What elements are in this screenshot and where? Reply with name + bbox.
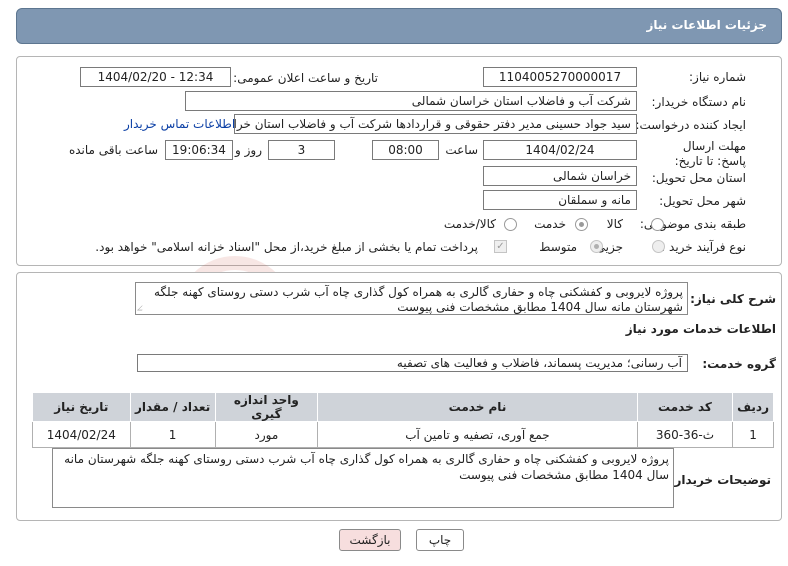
province-label: استان محل تحویل:: [651, 171, 746, 185]
province-field: خراسان شمالی: [483, 166, 637, 186]
services-table: ردیف کد خدمت نام خدمت واحد اندازه گیری ت…: [32, 392, 774, 448]
summary-label: شرح کلی نیاز:: [690, 292, 776, 306]
days-remaining-field: 3: [268, 140, 335, 160]
need-number-label: شماره نیاز:: [689, 70, 746, 84]
buyer-notes-text: پروژه لایروبی و کفشکنی چاه و حفاری گالری…: [64, 452, 669, 482]
creator-field: سید جواد حسینی مدیر دفتر حقوقی و قرارداد…: [234, 114, 637, 134]
buyer-field: شرکت آب و فاضلاب استان خراسان شمالی: [185, 91, 637, 111]
cell-unit: مورد: [214, 421, 319, 448]
cell-need-date: 1404/02/24: [32, 421, 131, 448]
category-goods-radio[interactable]: [651, 218, 664, 231]
service-group-field: آب رسانی؛ مدیریت پسماند، فاضلاب و فعالیت…: [137, 354, 688, 372]
category-service-radio[interactable]: [575, 218, 588, 231]
need-info-panel: [16, 56, 782, 266]
announce-field: 1404/02/20 - 12:34: [80, 67, 231, 87]
remaining-time-label: ساعت باقی مانده: [68, 143, 158, 157]
process-medium-label: متوسط: [539, 240, 577, 254]
creator-label: ایجاد کننده درخواست:: [635, 118, 746, 132]
treasury-payment-checkbox[interactable]: ✓: [494, 240, 507, 253]
cell-row-number: 1: [732, 421, 774, 448]
buyer-notes-label: توضیحات خریدار:: [669, 473, 771, 487]
cell-quantity: 1: [129, 421, 216, 448]
resize-handle[interactable]: [137, 305, 147, 311]
city-field: مانه و سملقان: [483, 190, 637, 210]
deadline-time-field: 08:00: [372, 140, 439, 160]
city-label: شهر محل تحویل:: [659, 194, 746, 208]
process-label: نوع فرآیند خرید :: [661, 240, 746, 254]
summary-text: پروژه لایروبی و کفشکنی چاه و حفاری گالری…: [154, 285, 683, 314]
page-title: جزئیات اطلاعات نیاز: [646, 18, 767, 32]
process-medium-radio[interactable]: [590, 240, 603, 253]
col-row-number: ردیف: [732, 392, 774, 422]
cell-service-code: ث-36-360: [636, 421, 734, 448]
buyer-notes-textarea: پروژه لایروبی و کفشکنی چاه و حفاری گالری…: [52, 448, 674, 508]
page-title-bar: جزئیات اطلاعات نیاز: [16, 8, 782, 44]
col-need-date: تاریخ نیاز: [32, 392, 131, 422]
summary-textarea: پروژه لایروبی و کفشکنی چاه و حفاری گالری…: [135, 282, 688, 315]
services-table-header: ردیف کد خدمت نام خدمت واحد اندازه گیری ت…: [32, 392, 774, 422]
back-button[interactable]: بازگشت: [339, 529, 401, 551]
remaining-time-field: 19:06:34: [165, 140, 233, 160]
days-label: روز و: [235, 143, 262, 157]
treasury-payment-note: پرداخت تمام یا بخشی از مبلغ خرید،از محل …: [95, 240, 478, 254]
category-goods-label: کالا: [606, 217, 623, 231]
category-service-label: خدمت: [534, 217, 566, 231]
need-number-field: 1104005270000017: [483, 67, 637, 87]
category-goods-service-radio[interactable]: [504, 218, 517, 231]
category-goods-service-label: کالا/خدمت: [443, 217, 496, 231]
deadline-label: مهلت ارسال پاسخ: تا تاریخ:: [674, 139, 746, 168]
services-section-title: اطلاعات خدمات مورد نیاز: [625, 322, 776, 336]
deadline-date-field: 1404/02/24: [483, 140, 637, 160]
table-row: 1 ث-36-360 جمع آوری، تصفیه و تامین آب مو…: [32, 421, 774, 448]
col-unit: واحد اندازه گیری: [214, 392, 319, 422]
process-minor-radio[interactable]: [652, 240, 665, 253]
cell-service-name: جمع آوری، تصفیه و تامین آب: [317, 421, 638, 448]
col-quantity: تعداد / مقدار: [129, 392, 216, 422]
announce-label: تاریخ و ساعت اعلان عمومی:: [233, 71, 378, 85]
col-service-code: کد خدمت: [636, 392, 734, 422]
service-group-label: گروه خدمت:: [702, 357, 776, 371]
print-button[interactable]: چاپ: [416, 529, 464, 551]
col-service-name: نام خدمت: [317, 392, 638, 422]
deadline-time-label: ساعت: [445, 143, 478, 157]
contact-buyer-link[interactable]: اطلاعات تماس خریدار: [124, 117, 235, 131]
buyer-label: نام دستگاه خریدار:: [651, 95, 747, 109]
